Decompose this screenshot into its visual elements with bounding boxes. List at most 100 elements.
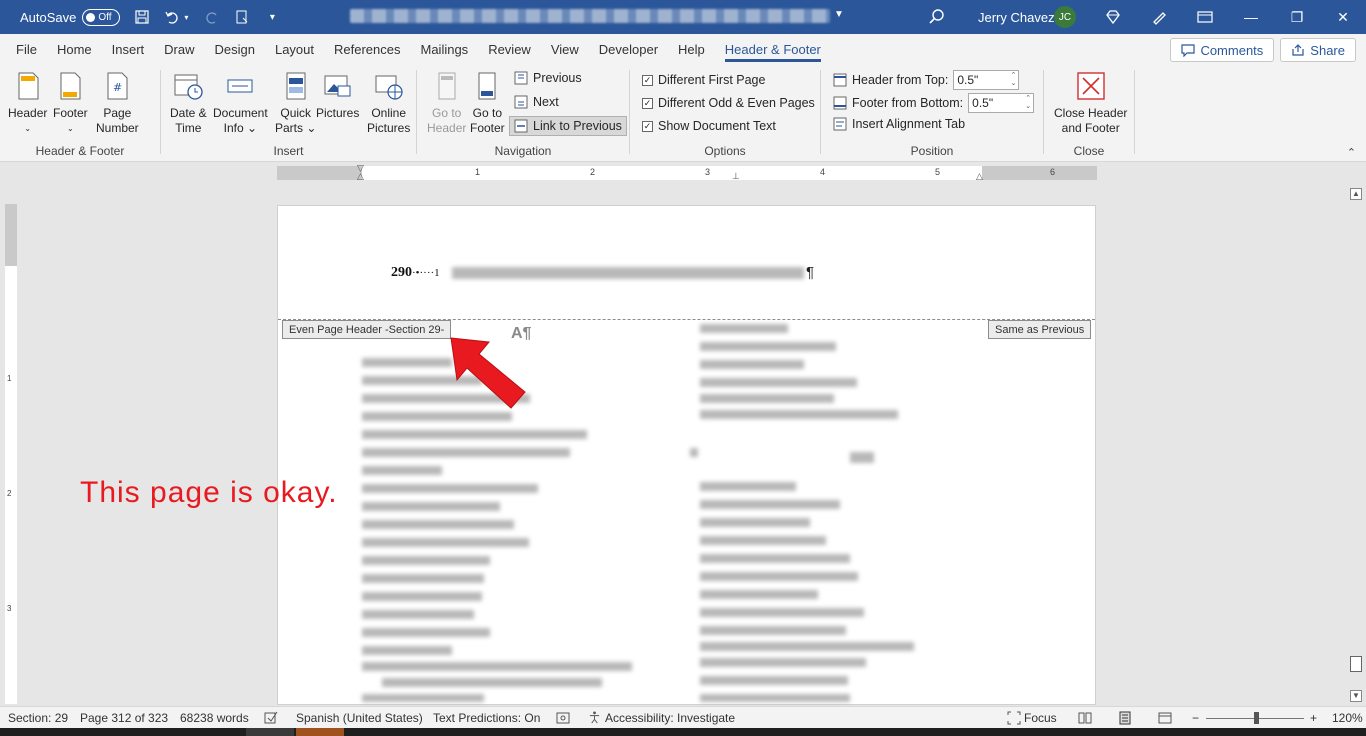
ruler-number: 3 bbox=[705, 167, 711, 177]
customize-qat-icon[interactable]: ▾ bbox=[264, 9, 280, 25]
tab-view[interactable]: View bbox=[541, 34, 589, 64]
vertical-scrollbar[interactable]: ▲ ▼ bbox=[1348, 186, 1364, 704]
footer-button[interactable]: Footer ⌄ bbox=[53, 70, 88, 136]
ruler-left-margin bbox=[277, 166, 362, 180]
autosave-state: Off bbox=[98, 11, 112, 23]
different-first-page-label: Different First Page bbox=[658, 73, 766, 87]
search-icon[interactable] bbox=[928, 8, 946, 26]
status-focus[interactable]: Focus bbox=[1024, 711, 1057, 725]
status-section[interactable]: Section: 29 bbox=[8, 711, 68, 725]
pictures-button[interactable]: Pictures bbox=[316, 70, 359, 121]
page-number-button[interactable]: # Page Number bbox=[96, 70, 139, 136]
status-language[interactable]: Spanish (United States) bbox=[296, 711, 423, 725]
share-button[interactable]: Share bbox=[1280, 38, 1356, 62]
same-as-previous-tag: Same as Previous bbox=[988, 320, 1092, 339]
user-name[interactable]: Jerry Chavez bbox=[978, 10, 1055, 25]
header-text[interactable]: 290·•····1 bbox=[391, 265, 440, 281]
previous-button[interactable]: Previous bbox=[514, 71, 582, 85]
scroll-up-icon[interactable]: ▲ bbox=[1350, 188, 1362, 200]
web-layout-icon[interactable] bbox=[1158, 711, 1172, 725]
checkbox-checked[interactable]: ✓ bbox=[642, 74, 653, 86]
zoom-slider-thumb[interactable] bbox=[1254, 712, 1259, 724]
right-indent-icon[interactable]: △ bbox=[976, 171, 983, 182]
blurred-text-line bbox=[362, 610, 474, 619]
document-info-button[interactable]: Document Info ⌄ bbox=[213, 70, 268, 136]
different-odd-even-option[interactable]: ✓ Different Odd & Even Pages bbox=[642, 96, 815, 110]
status-words[interactable]: 68238 words bbox=[180, 711, 249, 725]
footer-from-bottom-input[interactable]: 0.5" ⌃ ⌄ bbox=[968, 93, 1035, 113]
title-dropdown-icon[interactable]: ▼ bbox=[834, 9, 844, 20]
date-time-button[interactable]: Date & Time bbox=[170, 70, 207, 136]
go-to-header-icon bbox=[438, 72, 456, 100]
tab-draw[interactable]: Draw bbox=[154, 34, 204, 64]
tab-home[interactable]: Home bbox=[47, 34, 102, 64]
zoom-out-icon[interactable]: − bbox=[1192, 711, 1199, 725]
print-layout-icon[interactable] bbox=[1118, 711, 1132, 725]
pen-icon[interactable] bbox=[1150, 8, 1168, 26]
tab-developer[interactable]: Developer bbox=[589, 34, 668, 64]
spin-arrows-icon[interactable]: ⌃ ⌄ bbox=[1010, 72, 1016, 88]
tab-mailings[interactable]: Mailings bbox=[411, 34, 479, 64]
scroll-thumb[interactable] bbox=[1350, 656, 1362, 672]
quick-parts-button[interactable]: Quick Parts ⌄ bbox=[275, 70, 316, 136]
tab-layout[interactable]: Layout bbox=[265, 34, 324, 64]
macro-icon[interactable] bbox=[556, 711, 570, 725]
spin-arrows-icon[interactable]: ⌃ ⌄ bbox=[1025, 95, 1031, 111]
zoom-in-icon[interactable]: + bbox=[1310, 711, 1317, 725]
insert-alignment-tab-button[interactable]: Insert Alignment Tab bbox=[833, 117, 965, 131]
show-document-text-option[interactable]: ✓ Show Document Text bbox=[642, 119, 776, 133]
horizontal-ruler[interactable]: 1 2 3 4 5 6 ▽ △ ⊥ △ bbox=[277, 163, 1097, 182]
minimize-button[interactable]: — bbox=[1228, 0, 1274, 34]
online-pictures-button[interactable]: Online Pictures bbox=[367, 70, 410, 136]
tab-review[interactable]: Review bbox=[478, 34, 541, 64]
go-to-header-button[interactable]: Go to Header bbox=[427, 70, 466, 136]
go-to-header-label-2: Header bbox=[427, 121, 467, 135]
center-tab-icon[interactable]: ⊥ bbox=[732, 171, 740, 182]
maximize-button[interactable]: ❐ bbox=[1274, 0, 1320, 34]
tab-insert[interactable]: Insert bbox=[102, 34, 155, 64]
undo-icon[interactable] bbox=[164, 9, 180, 25]
taskbar-item[interactable] bbox=[246, 728, 294, 736]
save-icon[interactable] bbox=[134, 9, 150, 25]
header-icon bbox=[18, 72, 39, 100]
undo-dropdown-icon[interactable]: ▾ bbox=[182, 9, 190, 25]
status-text-predictions[interactable]: Text Predictions: On bbox=[433, 711, 540, 725]
go-to-footer-label-2: Footer bbox=[470, 121, 505, 135]
proofing-icon[interactable] bbox=[264, 711, 278, 725]
different-first-page-option[interactable]: ✓ Different First Page bbox=[642, 73, 765, 87]
close-window-button[interactable]: ✕ bbox=[1320, 0, 1366, 34]
tab-help[interactable]: Help bbox=[668, 34, 715, 64]
collapse-ribbon-icon[interactable]: ⌃ bbox=[1347, 146, 1356, 159]
tab-header-footer[interactable]: Header & Footer bbox=[715, 34, 831, 64]
go-to-footer-button[interactable]: Go to Footer bbox=[470, 70, 505, 136]
tab-references[interactable]: References bbox=[324, 34, 410, 64]
read-mode-icon[interactable] bbox=[1078, 711, 1092, 725]
indent-marker-icon[interactable]: △ bbox=[357, 171, 364, 182]
chevron-down-icon: ⌄ bbox=[66, 124, 74, 133]
scroll-down-icon[interactable]: ▼ bbox=[1350, 690, 1362, 702]
touch-mode-icon[interactable] bbox=[234, 9, 250, 25]
comments-button[interactable]: Comments bbox=[1170, 38, 1275, 62]
ribbon-display-icon[interactable] bbox=[1196, 8, 1214, 26]
status-accessibility[interactable]: Accessibility: Investigate bbox=[605, 711, 735, 725]
checkbox-checked[interactable]: ✓ bbox=[642, 97, 653, 109]
autosave-toggle[interactable]: Off bbox=[82, 8, 121, 26]
link-to-previous-button[interactable]: Link to Previous bbox=[509, 116, 627, 136]
taskbar-item[interactable] bbox=[296, 728, 344, 736]
status-zoom[interactable]: 120% bbox=[1332, 711, 1363, 725]
tab-file[interactable]: File bbox=[0, 34, 47, 64]
next-button[interactable]: Next bbox=[514, 95, 559, 109]
redo-icon[interactable] bbox=[204, 9, 220, 25]
close-header-footer-button[interactable]: Close Header and Footer bbox=[1054, 70, 1127, 136]
checkbox-checked[interactable]: ✓ bbox=[642, 120, 653, 132]
avatar[interactable]: JC bbox=[1054, 6, 1076, 28]
group-options: ✓ Different First Page ✓ Different Odd &… bbox=[630, 64, 820, 162]
blurred-text-line bbox=[362, 448, 570, 457]
status-page[interactable]: Page 312 of 323 bbox=[80, 711, 168, 725]
vertical-ruler[interactable]: 1 2 3 bbox=[5, 204, 17, 704]
taskbar bbox=[0, 728, 1366, 736]
tab-design[interactable]: Design bbox=[205, 34, 265, 64]
header-button[interactable]: Header ⌄ bbox=[8, 70, 47, 136]
diamond-icon[interactable] bbox=[1104, 8, 1122, 26]
header-from-top-input[interactable]: 0.5" ⌃ ⌄ bbox=[953, 70, 1020, 90]
